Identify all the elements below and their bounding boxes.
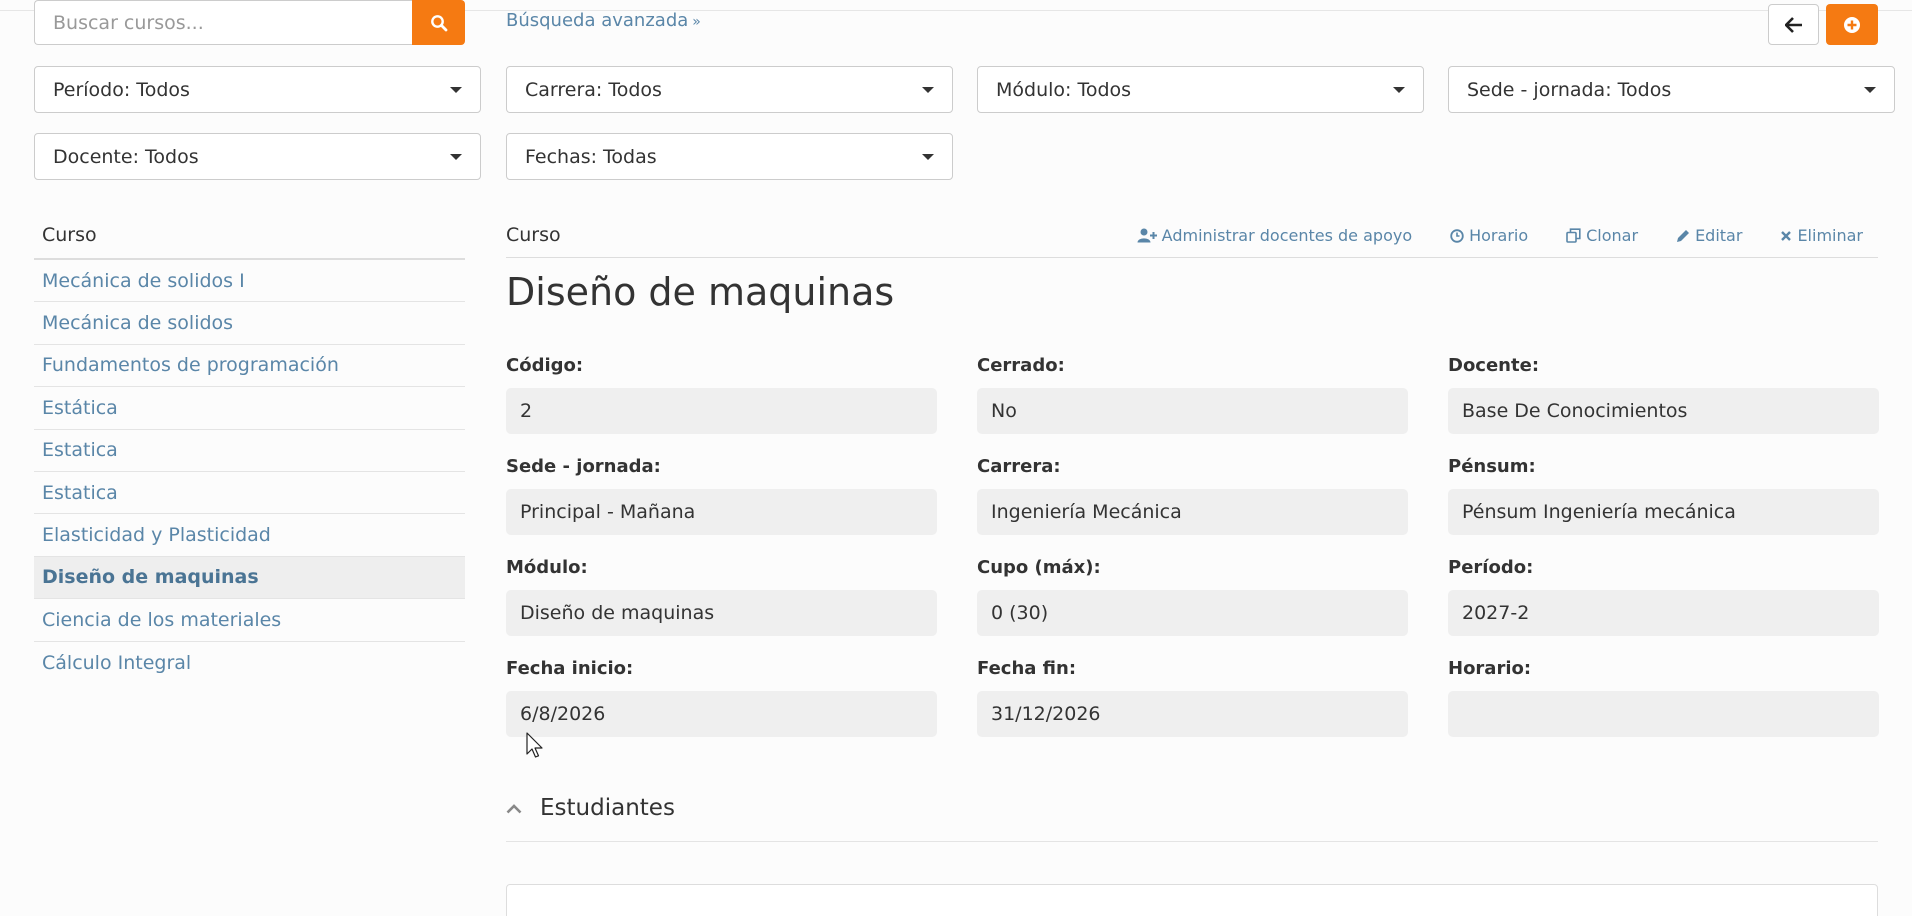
periodo-label: Período: (1448, 557, 1534, 578)
pensum-label: Pénsum: (1448, 456, 1536, 477)
schedule-button[interactable]: Horario (1450, 226, 1528, 245)
filter-carrera[interactable]: Carrera: Todos (506, 66, 953, 113)
detail-header: Curso (506, 224, 561, 246)
search-icon (430, 14, 447, 31)
mouse-cursor-icon (526, 732, 543, 758)
filter-sede[interactable]: Sede - jornada: Todos (1448, 66, 1895, 113)
clone-button[interactable]: Clonar (1566, 226, 1638, 245)
manage-support-teachers-label: Administrar docentes de apoyo (1161, 226, 1413, 245)
list-item[interactable]: Ciencia de los materiales (34, 599, 465, 642)
cerrado-value: No (977, 388, 1408, 434)
filter-periodo-label: Período: Todos (53, 78, 190, 101)
detail-actions: Administrar docentes de apoyo Horario Cl… (1137, 226, 1863, 245)
list-item-active[interactable]: Diseño de maquinas (34, 556, 465, 600)
caret-down-icon (450, 154, 462, 160)
list-item[interactable]: Estática (34, 387, 465, 430)
pensum-value: Pénsum Ingeniería mecánica (1448, 489, 1879, 535)
modulo-value: Diseño de maquinas (506, 590, 937, 636)
filter-docente-label: Docente: Todos (53, 145, 199, 168)
fecha-inicio-value: 6/8/2026 (506, 691, 937, 737)
list-item[interactable]: Estatica (34, 472, 465, 515)
students-section-toggle[interactable]: Estudiantes (506, 795, 675, 821)
pencil-icon (1677, 229, 1690, 242)
search-bar (34, 0, 465, 45)
advanced-search-label: Búsqueda avanzada (506, 10, 689, 31)
edit-label: Editar (1695, 226, 1743, 245)
horario-value (1448, 691, 1879, 737)
chevron-double-down-icon: » (692, 14, 701, 30)
carrera-value: Ingeniería Mecánica (977, 489, 1408, 535)
schedule-label: Horario (1469, 226, 1529, 245)
list-item[interactable]: Mecánica de solidos (34, 302, 465, 345)
fecha-fin-label: Fecha fin: (977, 658, 1077, 679)
carrera-label: Carrera: (977, 456, 1061, 477)
detail-header-divider (506, 257, 1878, 258)
copy-icon (1566, 228, 1581, 243)
add-course-button[interactable] (1826, 4, 1878, 45)
students-divider (506, 841, 1878, 842)
filter-carrera-label: Carrera: Todos (525, 78, 662, 101)
course-list-header: Curso (42, 224, 97, 246)
caret-down-icon (1864, 87, 1876, 93)
students-panel (506, 884, 1878, 916)
filter-docente[interactable]: Docente: Todos (34, 133, 481, 180)
delete-button[interactable]: Eliminar (1780, 226, 1863, 245)
course-list: Mecánica de solidos I Mecánica de solido… (34, 258, 465, 684)
filter-fechas-label: Fechas: Todas (525, 145, 657, 168)
list-item[interactable]: Mecánica de solidos I (34, 260, 465, 303)
filter-modulo-label: Módulo: Todos (996, 78, 1132, 101)
back-button[interactable] (1768, 4, 1819, 45)
filter-sede-label: Sede - jornada: Todos (1467, 78, 1672, 101)
search-input[interactable] (34, 0, 412, 45)
sede-value: Principal - Mañana (506, 489, 937, 535)
chevron-up-icon (506, 803, 522, 813)
cupo-value: 0 (30) (977, 590, 1408, 636)
close-icon (1781, 230, 1792, 241)
edit-button[interactable]: Editar (1676, 226, 1742, 245)
arrow-left-icon (1784, 16, 1802, 33)
clock-icon (1450, 228, 1464, 243)
horario-label: Horario: (1448, 658, 1532, 679)
list-item[interactable]: Elasticidad y Plasticidad (34, 514, 465, 557)
caret-down-icon (450, 87, 462, 93)
filter-periodo[interactable]: Período: Todos (34, 66, 481, 113)
caret-down-icon (922, 87, 934, 93)
list-item[interactable]: Cálculo Integral (34, 642, 465, 684)
clone-label: Clonar (1586, 226, 1639, 245)
fecha-inicio-label: Fecha inicio: (506, 658, 634, 679)
codigo-value: 2 (506, 388, 937, 434)
codigo-label: Código: (506, 355, 584, 376)
list-item[interactable]: Estatica (34, 430, 465, 472)
periodo-value: 2027-2 (1448, 590, 1879, 636)
fecha-fin-value: 31/12/2026 (977, 691, 1408, 737)
search-button[interactable] (412, 0, 465, 45)
modulo-label: Módulo: (506, 557, 588, 578)
filter-modulo[interactable]: Módulo: Todos (977, 66, 1424, 113)
docente-value: Base De Conocimientos (1448, 388, 1879, 434)
caret-down-icon (922, 154, 934, 160)
manage-support-teachers-button[interactable]: Administrar docentes de apoyo (1137, 226, 1412, 245)
user-plus-icon (1137, 228, 1157, 243)
students-section-title: Estudiantes (540, 795, 675, 821)
plus-circle-icon (1844, 16, 1860, 33)
advanced-search-link[interactable]: Búsqueda avanzada» (506, 10, 701, 31)
delete-label: Eliminar (1797, 226, 1863, 245)
course-title: Diseño de maquinas (506, 270, 895, 314)
docente-label: Docente: (1448, 355, 1540, 376)
filter-fechas[interactable]: Fechas: Todas (506, 133, 953, 180)
list-item[interactable]: Fundamentos de programación (34, 345, 465, 388)
sede-label: Sede - jornada: (506, 456, 661, 477)
cupo-label: Cupo (máx): (977, 557, 1101, 578)
cerrado-label: Cerrado: (977, 355, 1065, 376)
caret-down-icon (1393, 87, 1405, 93)
course-page: Búsqueda avanzada» Período: Todos Carrer… (0, 0, 1912, 916)
